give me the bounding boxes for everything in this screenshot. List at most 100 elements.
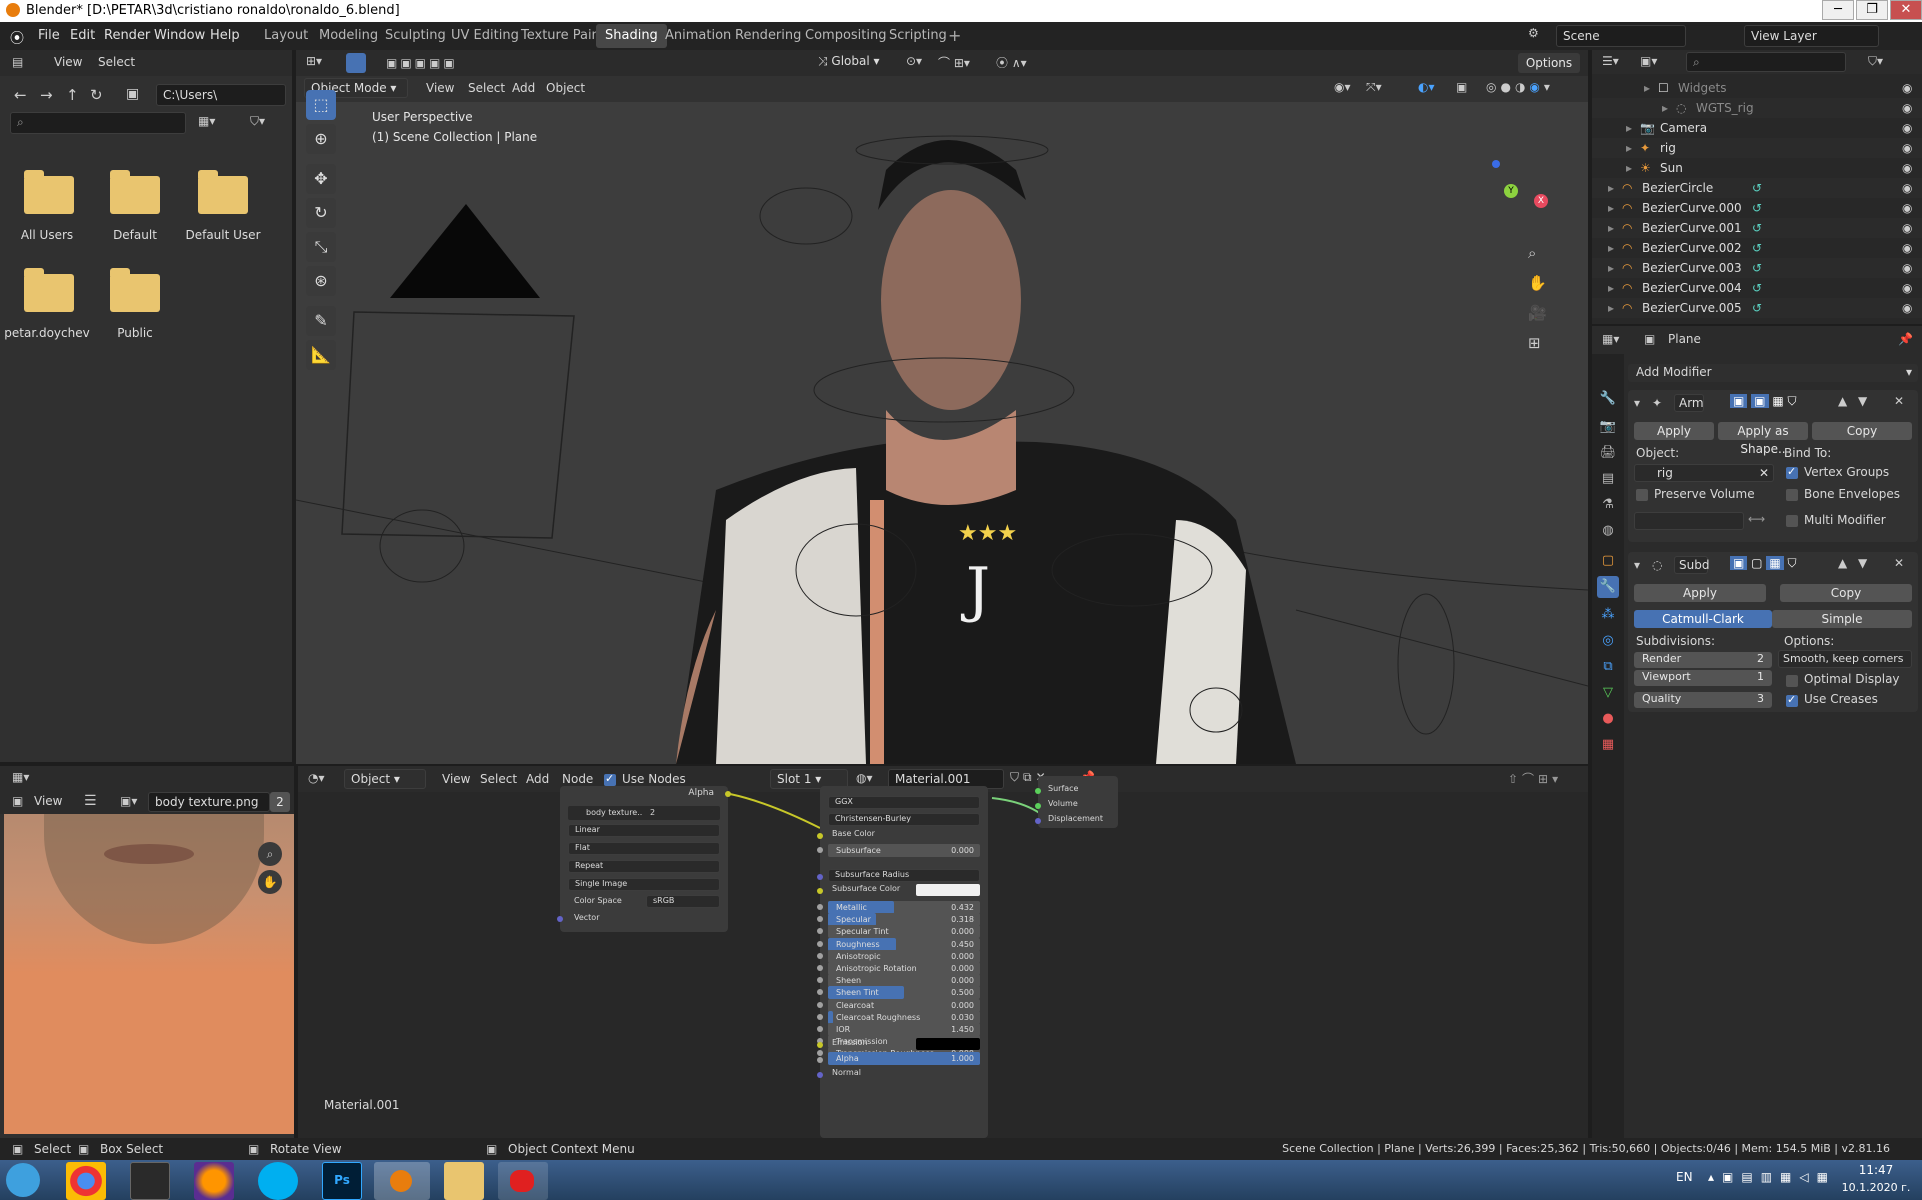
modifier-name-field[interactable]: Subd bbox=[1674, 556, 1709, 574]
editor-type-icon[interactable]: ◔▾ bbox=[308, 771, 325, 785]
menu-window[interactable]: Window bbox=[154, 28, 205, 43]
scene-icon[interactable]: ⚙ bbox=[1528, 26, 1544, 42]
bsdf-value-field[interactable]: Clearcoat 0.000 bbox=[817, 998, 980, 1012]
visibility-eye-icon[interactable]: ◉ bbox=[1902, 81, 1912, 95]
photoshop-icon[interactable]: Ps bbox=[322, 1162, 362, 1200]
clock-time[interactable]: 11:47 bbox=[1834, 1163, 1918, 1177]
visibility-eye-icon[interactable]: ◉ bbox=[1902, 221, 1912, 235]
emission-socket[interactable] bbox=[817, 1042, 823, 1048]
vertex-group-field[interactable] bbox=[1634, 512, 1744, 530]
outliner-row[interactable]: ▸ ☀ Sun ◉ bbox=[1592, 158, 1922, 178]
subsurface-method-dropdown[interactable]: Christensen-Burley bbox=[828, 813, 980, 826]
outliner-row[interactable]: ▸ ◠ BezierCurve.002 ◉ ↺ bbox=[1592, 238, 1922, 258]
remove-modifier-icon[interactable]: ✕ bbox=[1894, 556, 1904, 570]
invert-icon[interactable]: ⟷ bbox=[1748, 512, 1765, 526]
visibility-eye-icon[interactable]: ◉ bbox=[1902, 261, 1912, 275]
expand-icon[interactable]: ▸ bbox=[1608, 221, 1614, 235]
visibility-eye-icon[interactable]: ◉ bbox=[1902, 241, 1912, 255]
bsdf-value-field[interactable]: Roughness 0.450 bbox=[817, 937, 980, 951]
constraints-tab-icon[interactable]: ⧉ bbox=[1597, 656, 1619, 678]
visibility-toggles[interactable]: ▣ ▣ ▦ ⛉ bbox=[1730, 394, 1800, 412]
visibility-eye-icon[interactable]: ◉ bbox=[1902, 301, 1912, 315]
fb-view-menu[interactable]: View bbox=[54, 55, 82, 69]
material-tab-icon[interactable]: ● bbox=[1597, 708, 1619, 730]
gizmo-z-axis[interactable] bbox=[1492, 160, 1500, 168]
render-levels-field[interactable]: Render 2 bbox=[1634, 652, 1772, 668]
curve-data-icon[interactable]: ↺ bbox=[1752, 241, 1762, 255]
menu-edit[interactable]: Edit bbox=[70, 28, 95, 43]
clock-date[interactable]: 10.1.2020 г. bbox=[1834, 1181, 1918, 1194]
displacement-socket[interactable] bbox=[1035, 818, 1041, 824]
normal-socket[interactable] bbox=[817, 1072, 823, 1078]
source-dropdown[interactable]: Single Image bbox=[568, 878, 720, 891]
subsurface-color-socket[interactable] bbox=[817, 888, 823, 894]
image-browse-icon[interactable]: ▣▾ bbox=[120, 794, 137, 808]
editor-type-icon[interactable]: ☰▾ bbox=[1602, 54, 1619, 68]
move-up-icon[interactable]: ▲ bbox=[1838, 394, 1847, 408]
editor-type-icon[interactable]: ▦▾ bbox=[1602, 332, 1619, 346]
visibility-eye-icon[interactable]: ◉ bbox=[1902, 281, 1912, 295]
multi-modifier-checkbox[interactable] bbox=[1786, 515, 1798, 527]
scene-tab-icon[interactable]: ⚗ bbox=[1597, 494, 1619, 516]
outliner-row[interactable]: ▸ ◠ BezierCurve.005 ◉ ↺ bbox=[1592, 298, 1922, 318]
bsdf-value-field[interactable]: Subsurface 0.000 bbox=[817, 844, 980, 857]
bsdf-value-field[interactable]: Sheen 0.000 bbox=[817, 974, 980, 988]
zoom-icon[interactable]: ⌕ bbox=[258, 842, 282, 866]
add-workspace-icon[interactable]: + bbox=[948, 26, 961, 45]
outliner-row[interactable]: ▸ ◠ BezierCircle ◉ ↺ bbox=[1592, 178, 1922, 198]
filter-icon[interactable]: ⛉▾ bbox=[250, 114, 265, 129]
image-view-menu[interactable]: View bbox=[34, 794, 62, 808]
outliner-search-input[interactable]: ⌕ bbox=[1686, 52, 1846, 72]
tab-layout[interactable]: Layout bbox=[255, 24, 317, 48]
input-socket[interactable] bbox=[817, 940, 823, 947]
zoom-icon[interactable]: ⌕ bbox=[1528, 244, 1536, 262]
alpha-field[interactable]: Alpha 1.000 bbox=[828, 1052, 980, 1065]
folder-icon[interactable] bbox=[110, 170, 160, 214]
input-socket[interactable] bbox=[817, 916, 823, 923]
menu-help[interactable]: Help bbox=[210, 28, 240, 43]
curve-data-icon[interactable]: ↺ bbox=[1752, 281, 1762, 295]
grid-view-icon[interactable]: ⊞ bbox=[1528, 334, 1541, 352]
input-socket[interactable] bbox=[817, 904, 823, 910]
folder-label[interactable]: Public bbox=[90, 326, 180, 340]
outliner-row[interactable]: ▸ 📷 Camera ◉ bbox=[1592, 118, 1922, 138]
start-button-icon[interactable] bbox=[6, 1163, 40, 1197]
snapping-icons[interactable]: ⇧⌒⊞▾ bbox=[1508, 770, 1562, 787]
input-socket[interactable] bbox=[817, 1026, 823, 1032]
menu-file[interactable]: File bbox=[38, 28, 60, 43]
camera-view-icon[interactable]: 🎥 bbox=[1528, 304, 1547, 322]
bone-envelopes-checkbox[interactable] bbox=[1786, 489, 1798, 501]
folder-label[interactable]: Default bbox=[90, 228, 180, 242]
tool-tab-icon[interactable]: 🔧 bbox=[1597, 388, 1619, 410]
curve-data-icon[interactable]: ↺ bbox=[1752, 201, 1762, 215]
collapse-icon[interactable]: ▾ bbox=[1634, 396, 1640, 410]
folder-label[interactable]: petar.doychev bbox=[2, 326, 92, 340]
outliner-row[interactable]: ▸ ◠ BezierCurve.004 ◉ ↺ bbox=[1592, 278, 1922, 298]
outliner-row[interactable]: ▸ ◠ BezierCurve.003 ◉ ↺ bbox=[1592, 258, 1922, 278]
input-socket[interactable] bbox=[817, 977, 823, 984]
skype-icon[interactable] bbox=[258, 1162, 298, 1200]
subsurface-radius-socket[interactable] bbox=[817, 874, 823, 880]
physics-tab-icon[interactable]: ◎ bbox=[1597, 630, 1619, 652]
bsdf-value-field[interactable]: Specular 0.318 bbox=[817, 913, 980, 927]
input-socket[interactable] bbox=[817, 1001, 823, 1008]
curve-data-icon[interactable]: ↺ bbox=[1752, 301, 1762, 315]
apply-as-shape-button[interactable]: Apply as Shape.. bbox=[1718, 422, 1808, 456]
fb-select-menu[interactable]: Select bbox=[98, 55, 135, 69]
input-socket[interactable] bbox=[817, 1013, 823, 1020]
catmull-clark-button[interactable]: Catmull-Clark bbox=[1634, 610, 1772, 628]
pan-hand-icon[interactable]: ✋ bbox=[1528, 274, 1547, 292]
outliner-row[interactable]: ▸ ☐ Widgets ◉ bbox=[1592, 78, 1922, 98]
input-socket[interactable] bbox=[817, 1050, 823, 1057]
filter-search-input[interactable]: ⌕ bbox=[10, 112, 186, 134]
bsdf-value-field[interactable]: Anisotropic 0.000 bbox=[817, 949, 980, 963]
curve-data-icon[interactable]: ↺ bbox=[1752, 261, 1762, 275]
alpha-output-socket[interactable] bbox=[725, 791, 731, 797]
optimal-display-checkbox[interactable] bbox=[1786, 675, 1798, 687]
expand-icon[interactable]: ▸ bbox=[1608, 181, 1614, 195]
input-socket[interactable] bbox=[817, 847, 823, 853]
projection-dropdown[interactable]: Flat bbox=[568, 842, 720, 855]
extension-dropdown[interactable]: Repeat bbox=[568, 860, 720, 873]
3d-viewport[interactable]: ⊞▾ ▣▣▣▣▣ ⤨ Global ▾ ⊙▾ ⌒ ⊞▾ ⦿ ∧▾ Options… bbox=[296, 50, 1588, 764]
uv-smooth-dropdown[interactable]: Smooth, keep corners bbox=[1778, 650, 1912, 668]
